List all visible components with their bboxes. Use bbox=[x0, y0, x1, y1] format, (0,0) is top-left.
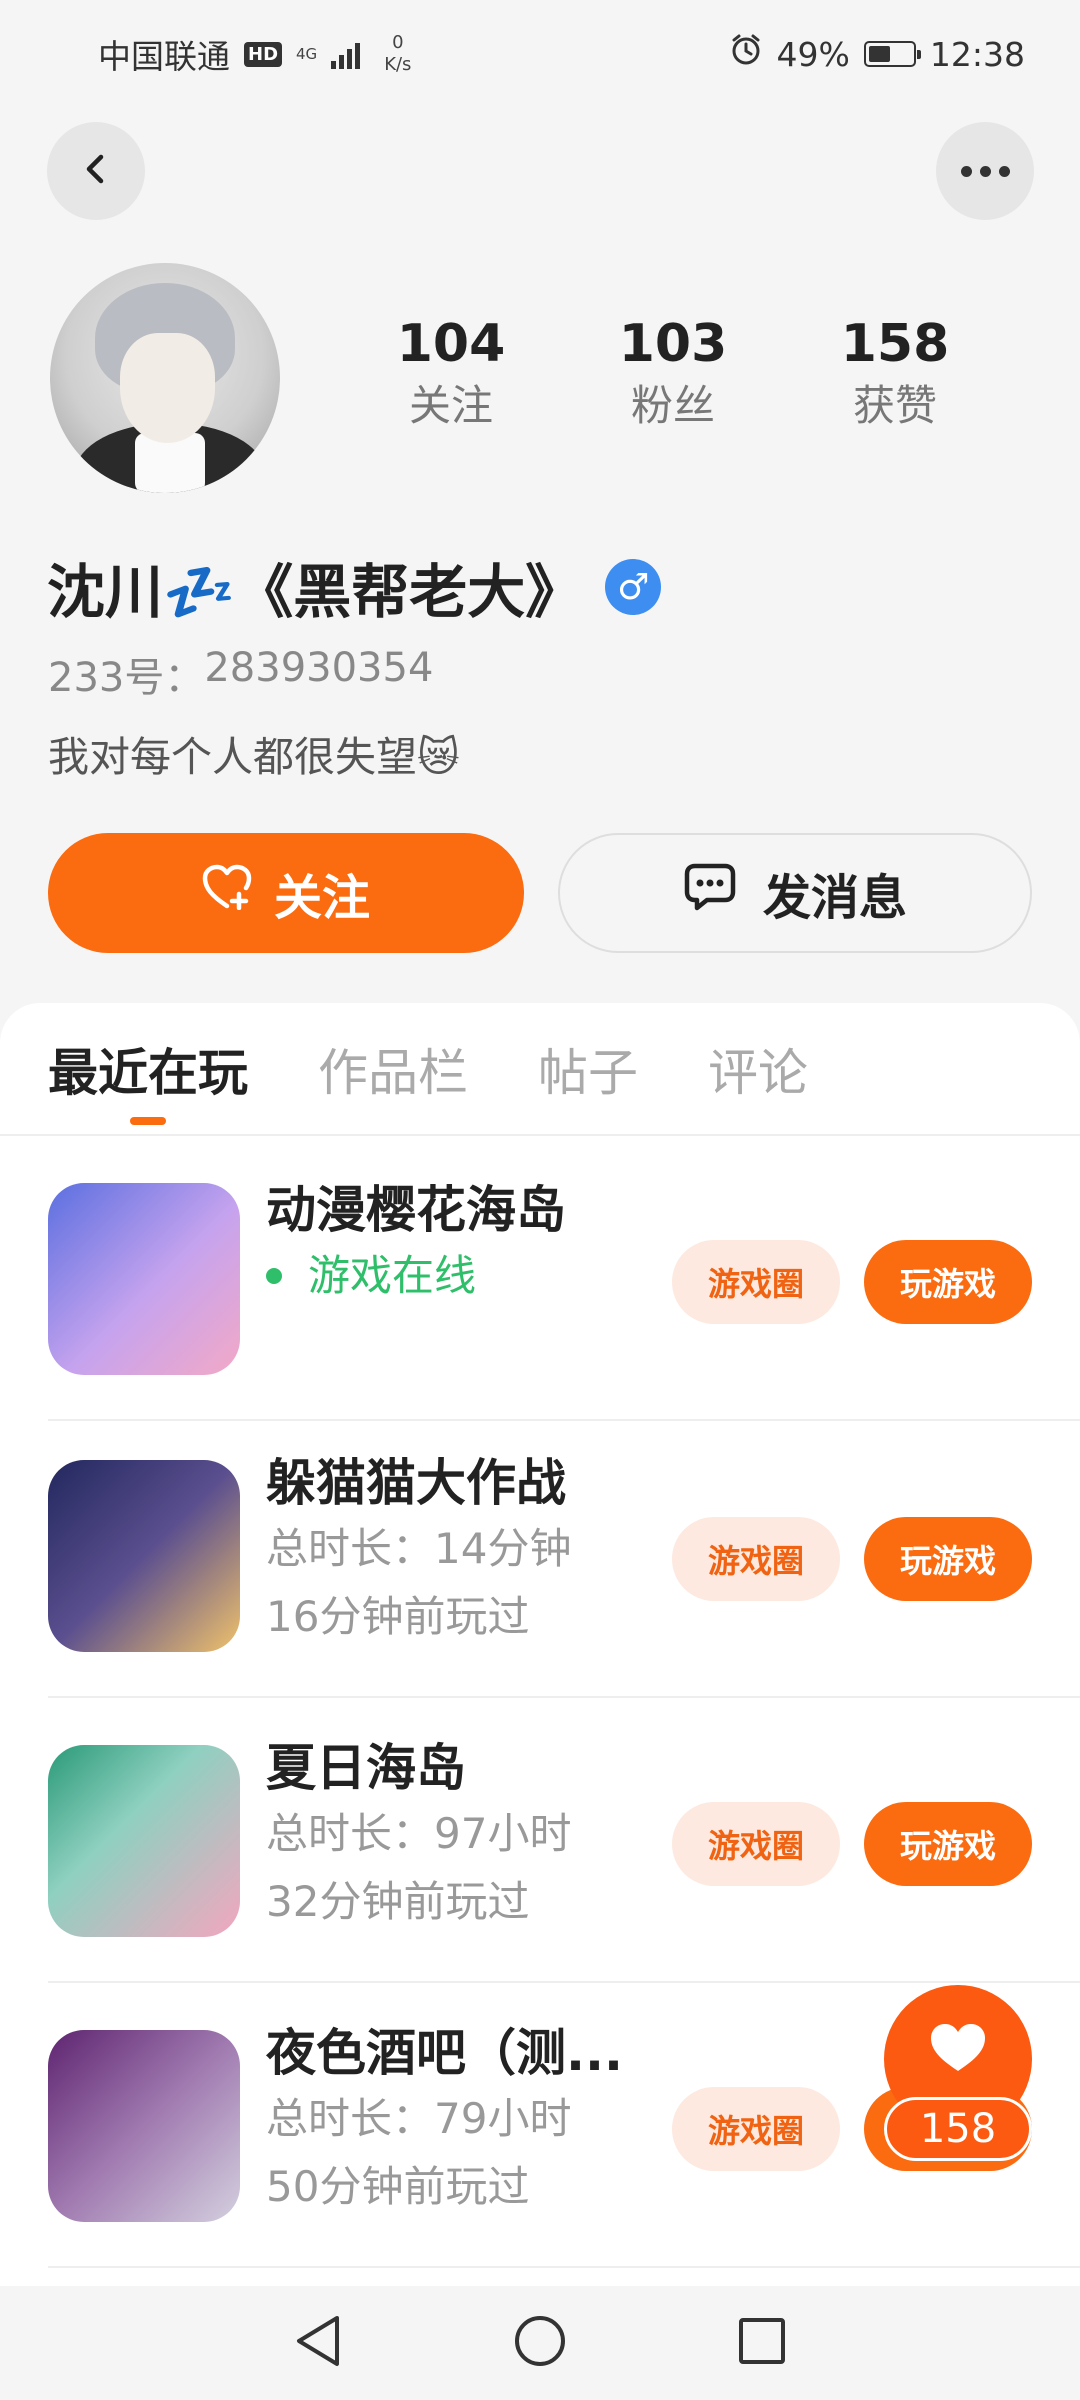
alarm-icon bbox=[729, 33, 763, 75]
more-dots-icon bbox=[960, 165, 1010, 177]
system-nav-bar bbox=[0, 2286, 1080, 2400]
hd-badge: HD bbox=[244, 41, 283, 67]
chevron-left-icon bbox=[76, 149, 116, 193]
play-game-button[interactable]: 玩游戏 bbox=[864, 1802, 1032, 1886]
game-circle-button[interactable]: 游戏圈 bbox=[672, 1802, 840, 1886]
more-button[interactable] bbox=[936, 122, 1034, 220]
game-cover-image[interactable] bbox=[48, 1460, 240, 1652]
back-button[interactable] bbox=[47, 122, 145, 220]
signal-icon bbox=[331, 39, 361, 69]
game-total-time: 总时长：79小时 bbox=[266, 2094, 572, 2143]
network-type: 4G bbox=[296, 45, 318, 63]
game-last-played: 50分钟前玩过 bbox=[266, 2162, 530, 2211]
speed-unit: K/s bbox=[384, 54, 412, 75]
stat-value: 103 bbox=[618, 314, 728, 374]
tab-posts[interactable]: 帖子 bbox=[538, 1041, 638, 1105]
nav-home-icon[interactable] bbox=[513, 2314, 567, 2372]
status-bar: 中国联通 HD 4G 0 K/s 49% 12:38 bbox=[0, 0, 1080, 108]
game-circle-button[interactable]: 游戏圈 bbox=[672, 1517, 840, 1601]
game-total-time: 总时长：97小时 bbox=[266, 1809, 572, 1858]
nav-back-icon[interactable] bbox=[293, 2314, 343, 2372]
clock: 12:38 bbox=[929, 34, 1025, 74]
avatar[interactable] bbox=[50, 263, 280, 493]
heart-plus-icon bbox=[202, 864, 252, 922]
stat-label: 获赞 bbox=[852, 381, 937, 430]
username-row: 沈川💤《黑帮老大》 ♂ bbox=[47, 545, 662, 629]
battery-icon bbox=[863, 41, 921, 67]
tab-recent-games[interactable]: 最近在玩 bbox=[48, 1041, 248, 1125]
game-circle-button[interactable]: 游戏圈 bbox=[672, 1240, 840, 1324]
speed-value: 0 bbox=[392, 32, 404, 53]
game-cover-image[interactable] bbox=[48, 1183, 240, 1375]
stat-value: 158 bbox=[840, 314, 950, 374]
follow-button[interactable]: 关注 bbox=[48, 833, 524, 953]
online-dot-icon bbox=[266, 1268, 282, 1284]
tab-comments[interactable]: 评论 bbox=[708, 1041, 808, 1105]
stat-followers[interactable]: 103 粉丝 bbox=[562, 310, 784, 434]
play-game-button[interactable]: 玩游戏 bbox=[864, 1517, 1032, 1601]
play-game-button[interactable]: 玩游戏 bbox=[864, 1240, 1032, 1324]
game-title: 动漫樱花海岛 bbox=[266, 1181, 566, 1239]
stat-value: 104 bbox=[396, 314, 506, 374]
heart-icon bbox=[928, 2021, 988, 2079]
game-total-time: 总时长：14分钟 bbox=[266, 1524, 572, 1573]
game-list-item[interactable]: 动漫樱花海岛 游戏在线 游戏圈 玩游戏 bbox=[0, 1136, 1080, 1421]
nav-recents-icon[interactable] bbox=[737, 2316, 787, 2370]
profile-stats: 104 关注 103 粉丝 158 获赞 bbox=[340, 310, 1020, 434]
follow-label: 关注 bbox=[273, 870, 370, 926]
carrier-name: 中国联通 bbox=[98, 37, 230, 76]
message-label: 发消息 bbox=[762, 870, 907, 926]
user-id-label: 233号： bbox=[48, 655, 205, 701]
game-circle-button[interactable]: 游戏圈 bbox=[672, 2087, 840, 2171]
game-title: 夜色酒吧（测... bbox=[266, 2024, 623, 2082]
user-id-value: 283930354 bbox=[204, 645, 434, 691]
message-button[interactable]: 发消息 bbox=[558, 833, 1032, 953]
game-last-played: 16分钟前玩过 bbox=[266, 1592, 530, 1641]
user-id: 233号： 283930354 bbox=[48, 645, 433, 703]
like-count-badge: 158 bbox=[884, 2097, 1032, 2161]
username: 沈川💤《黑帮老大》 bbox=[47, 558, 584, 626]
stat-label: 粉丝 bbox=[630, 381, 715, 430]
tab-works[interactable]: 作品栏 bbox=[318, 1041, 468, 1105]
stat-likes[interactable]: 158 获赞 bbox=[784, 310, 1006, 434]
chat-bubble-icon bbox=[683, 862, 737, 924]
game-last-played: 32分钟前玩过 bbox=[266, 1877, 530, 1926]
game-list-item[interactable]: 夏日海岛 总时长：97小时 32分钟前玩过 游戏圈 玩游戏 bbox=[0, 1698, 1080, 1983]
bio: 我对每个人都很失望😿 bbox=[48, 733, 460, 781]
game-title: 躲猫猫大作战 bbox=[266, 1454, 566, 1512]
male-gender-icon: ♂ bbox=[605, 559, 662, 615]
online-label: 游戏在线 bbox=[308, 1251, 477, 1300]
game-cover-image[interactable] bbox=[48, 2030, 240, 2222]
game-cover-image[interactable] bbox=[48, 1745, 240, 1937]
game-list-item[interactable]: 躲猫猫大作战 总时长：14分钟 16分钟前玩过 游戏圈 玩游戏 bbox=[0, 1413, 1080, 1698]
stat-following[interactable]: 104 关注 bbox=[340, 310, 562, 434]
game-title: 夏日海岛 bbox=[266, 1739, 466, 1797]
stat-label: 关注 bbox=[408, 381, 493, 430]
network-speed: 0 K/s bbox=[384, 32, 411, 76]
game-online-status: 游戏在线 bbox=[266, 1242, 646, 1310]
tab-bar: 最近在玩 作品栏 帖子 评论 bbox=[48, 1041, 808, 1125]
battery-percent: 49% bbox=[776, 34, 850, 74]
